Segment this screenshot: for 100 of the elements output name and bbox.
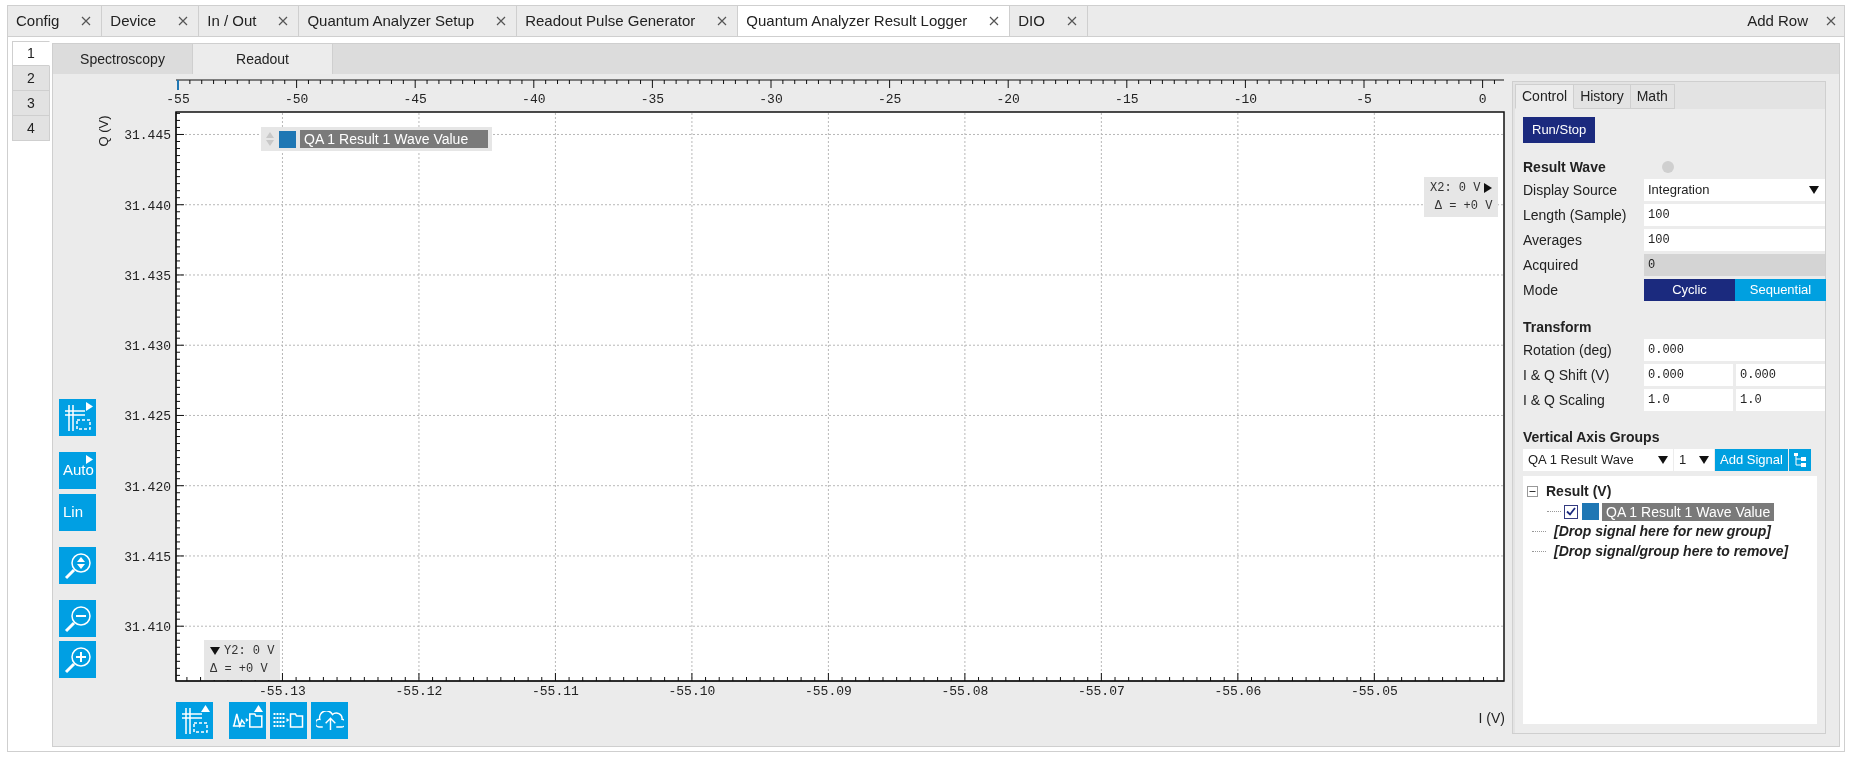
close-icon[interactable] xyxy=(178,16,189,26)
tab[interactable]: Config xyxy=(8,6,103,36)
axis-tick-label: 31.430 xyxy=(124,339,171,355)
input-field[interactable]: 0 xyxy=(1644,254,1825,276)
cloud-upload-button[interactable] xyxy=(311,702,348,739)
tree-icon xyxy=(1793,452,1806,467)
close-icon[interactable] xyxy=(81,16,92,26)
field-label: I & Q Shift (V) xyxy=(1523,365,1611,385)
input-field[interactable]: 100 xyxy=(1644,204,1825,226)
zoom-out-button[interactable] xyxy=(59,600,96,637)
close-icon[interactable] xyxy=(1066,16,1077,26)
cursor-marker-icon[interactable] xyxy=(210,647,220,655)
axis-tick-label: -55.10 xyxy=(668,684,716,699)
zoom-in-icon xyxy=(62,644,93,675)
cursor-marker-icon[interactable] xyxy=(1484,183,1493,193)
export-wave-button[interactable] xyxy=(229,702,266,739)
cloud-upload-icon xyxy=(315,710,344,731)
axis-tick-label: -30 xyxy=(759,92,783,107)
grid-cursor-icon xyxy=(62,402,93,433)
section-title: Vertical Axis Groups xyxy=(1523,427,1660,447)
dropdown[interactable]: Integration xyxy=(1644,179,1825,201)
axis-tick-label: -55.11 xyxy=(532,684,579,699)
zoom-in-button[interactable] xyxy=(59,641,96,678)
tab[interactable]: DIO xyxy=(1010,6,1088,36)
tree-group-label: Result (V) xyxy=(1546,482,1612,501)
axis-tick-label: 31.420 xyxy=(124,479,171,495)
panel-tab[interactable]: Control xyxy=(1515,84,1575,109)
axis-tick-label: -55.12 xyxy=(395,684,443,699)
axis-tick-label: 31.425 xyxy=(124,409,171,425)
run-stop-button[interactable]: Run/Stop xyxy=(1523,117,1596,143)
tree-connector xyxy=(1532,531,1546,532)
field-label: Length (Sample) xyxy=(1523,205,1628,225)
axis-tick-label: 0 xyxy=(1478,92,1487,107)
axis-tick-label: -35 xyxy=(640,92,665,107)
close-icon[interactable] xyxy=(496,16,507,26)
collapse-icon[interactable] xyxy=(1527,486,1538,497)
row-tab[interactable]: 4 xyxy=(12,116,50,141)
axis-title: I (V) xyxy=(1478,709,1505,728)
close-icon[interactable] xyxy=(989,16,1000,26)
tab[interactable]: Quantum Analyzer Setup xyxy=(299,6,518,36)
grid-cursor-icon xyxy=(179,705,210,736)
tab[interactable]: Device xyxy=(102,6,200,36)
dropdown[interactable]: QA 1 Result Wave xyxy=(1523,448,1673,471)
sub-tab[interactable]: Readout xyxy=(193,44,333,74)
cursor-label: X2: 0 V xyxy=(1430,180,1481,197)
add-row-button[interactable]: Add Row xyxy=(1739,9,1816,33)
caret-icon xyxy=(1699,455,1709,464)
axis-tick-label: -15 xyxy=(1115,92,1139,107)
axis-tick-label: -45 xyxy=(403,92,427,107)
signal-label: QA 1 Result 1 Wave Value xyxy=(1602,502,1775,521)
mode-option[interactable]: Cyclic xyxy=(1644,279,1735,301)
input-field[interactable]: 0.000 xyxy=(1736,364,1825,386)
zoom-fit-button[interactable] xyxy=(59,547,96,584)
input-field[interactable]: 100 xyxy=(1644,229,1825,251)
axis-tick-label: -55.05 xyxy=(1350,684,1398,699)
field-label: Averages xyxy=(1523,230,1583,250)
field-label: Acquired xyxy=(1523,255,1580,275)
axis-tick-label: 31.410 xyxy=(124,620,171,636)
axis-tick-label: 31.415 xyxy=(124,549,171,565)
tab[interactable]: Quantum Analyzer Result Logger xyxy=(738,6,1011,36)
tree-view-button[interactable] xyxy=(1788,448,1811,471)
close-icon[interactable] xyxy=(717,16,728,26)
drop-hint: [Drop signal here for new group] xyxy=(1554,522,1771,541)
axis-tick-label: -50 xyxy=(284,92,309,107)
row-tab[interactable]: 3 xyxy=(12,91,50,116)
row-tab[interactable]: 1 xyxy=(12,41,50,66)
export-table-button[interactable] xyxy=(270,702,307,739)
axis-tick-label: -10 xyxy=(1233,92,1258,107)
panel-tab[interactable]: History xyxy=(1574,84,1631,109)
axis-tick-label: -55.13 xyxy=(259,684,306,699)
cursor-line xyxy=(177,79,179,91)
axis-tick-label: 31.445 xyxy=(124,128,171,144)
dropdown[interactable]: 1 xyxy=(1674,448,1714,471)
checkbox[interactable] xyxy=(1564,504,1578,519)
axis-tick-label: -20 xyxy=(996,92,1020,107)
field-label: Display Source xyxy=(1523,180,1619,200)
input-field[interactable]: 0.000 xyxy=(1644,339,1825,361)
list-folder-icon xyxy=(273,713,304,728)
close-icon[interactable] xyxy=(278,16,289,26)
axis-tick-label: -55.06 xyxy=(1214,684,1262,699)
caret-icon xyxy=(1809,186,1819,194)
axis-tick-label: -25 xyxy=(877,92,902,107)
grid-cursor-button[interactable] xyxy=(176,702,213,739)
input-field[interactable]: 0.000 xyxy=(1644,364,1733,386)
panel-tab[interactable]: Math xyxy=(1630,84,1675,109)
row-tab[interactable]: 2 xyxy=(12,66,50,91)
check-icon xyxy=(1566,507,1576,516)
input-field[interactable]: 1.0 xyxy=(1644,389,1733,411)
section-title: Transform xyxy=(1523,317,1592,337)
drop-hint: [Drop signal/group here to remove] xyxy=(1554,542,1789,561)
caret-icon xyxy=(1658,455,1668,464)
axis-tick-label: -55.08 xyxy=(941,684,989,699)
zoom-arrows-icon xyxy=(62,550,93,581)
tab[interactable]: In / Out xyxy=(199,6,300,36)
input-field[interactable]: 1.0 xyxy=(1736,389,1825,411)
close-icon[interactable] xyxy=(1826,16,1836,26)
tree-connector xyxy=(1547,511,1561,512)
cursor-delta: Δ = +0 V xyxy=(210,661,269,678)
grid-cursor-button[interactable] xyxy=(59,399,96,436)
axis-tick-label: -40 xyxy=(522,92,546,107)
